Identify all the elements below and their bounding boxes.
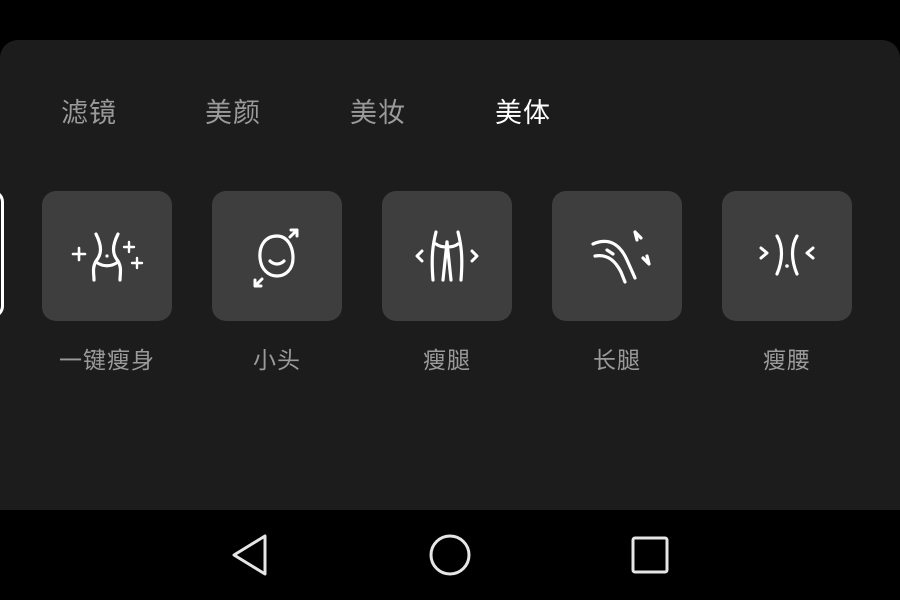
back-icon [232,534,267,576]
tab-makeup[interactable]: 美妆 [350,92,406,136]
tool-small-head[interactable]: 小头 [212,191,342,377]
recents-button[interactable] [625,530,675,580]
tool-tile[interactable] [212,191,342,321]
tool-tile[interactable] [382,191,512,321]
home-button[interactable] [425,530,475,580]
tab-body[interactable]: 美体 [495,92,551,136]
category-tabs: 滤镜 美颜 美妆 美体 [0,92,900,136]
tool-label: 瘦腰 [763,348,811,374]
back-button[interactable] [225,530,275,580]
tab-beauty[interactable]: 美颜 [205,92,261,136]
slim-legs-icon [415,230,479,282]
previous-tool-card[interactable] [0,190,4,318]
recents-icon [631,536,669,574]
tool-slim-body[interactable]: 一键瘦身 [42,191,172,377]
tool-long-legs[interactable]: 长腿 [552,191,682,377]
long-legs-icon [591,230,651,284]
tool-label: 一键瘦身 [59,348,155,374]
slim-waist-icon [759,234,815,276]
tool-slim-legs[interactable]: 瘦腿 [382,191,512,377]
tool-tile[interactable] [722,191,852,321]
tool-slim-waist[interactable]: 瘦腰 [722,191,852,377]
tool-label: 长腿 [593,348,641,374]
tool-label: 小头 [253,348,301,374]
tab-filter[interactable]: 滤镜 [61,92,117,136]
system-nav-bar [0,510,900,600]
home-icon [429,534,471,576]
slim-body-icon [71,232,144,282]
tool-label: 瘦腿 [423,348,471,374]
small-head-icon [253,228,299,288]
status-area [0,0,900,40]
tool-tile[interactable] [552,191,682,321]
tool-tile[interactable] [42,191,172,321]
